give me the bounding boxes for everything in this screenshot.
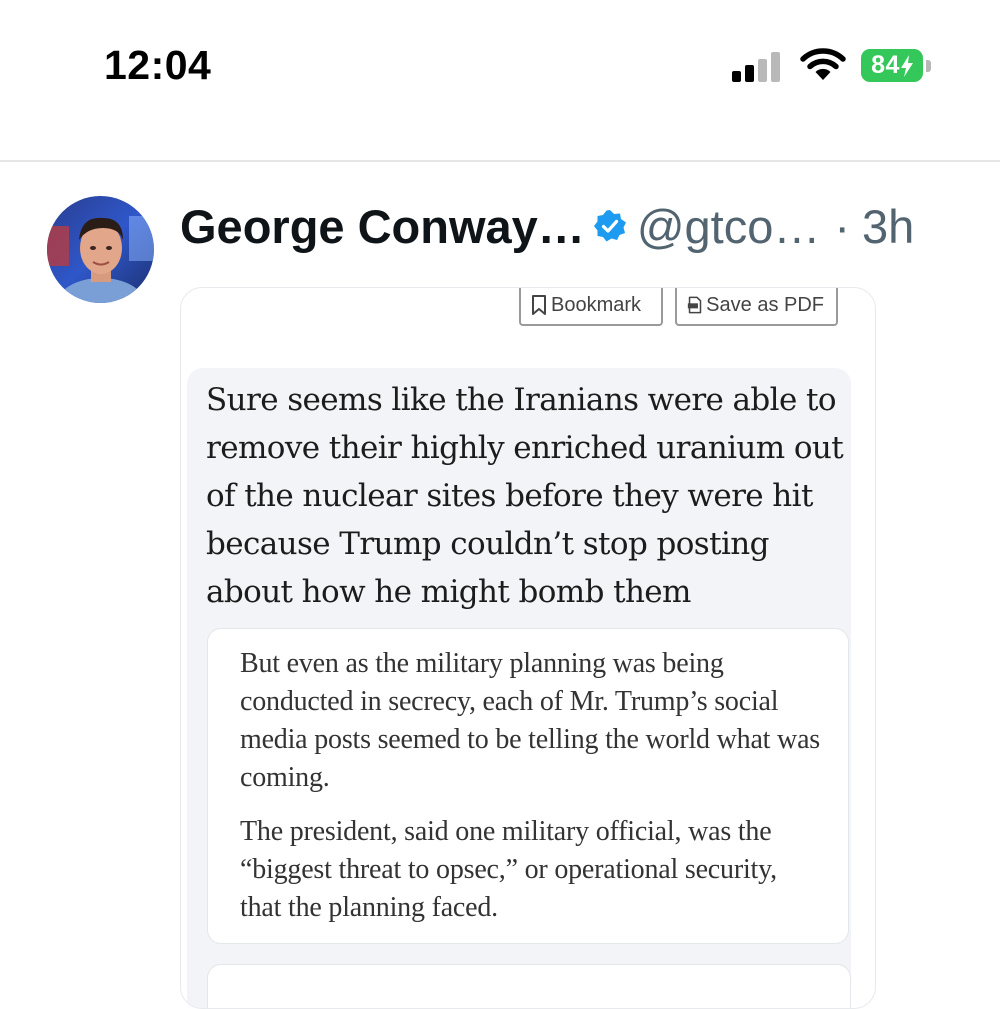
pdf-file-icon xyxy=(687,296,702,314)
verified-badge-icon xyxy=(593,210,626,242)
next-excerpt-card xyxy=(207,964,851,1008)
article-excerpt-card: But even as the military planning was be… xyxy=(207,628,849,944)
post-author-line: George Conway… @gtco… · 3h xyxy=(180,196,914,256)
avatar[interactable] xyxy=(47,196,154,303)
save-as-pdf-button: Save as PDF xyxy=(675,288,838,326)
avatar-photo xyxy=(47,196,154,303)
author-handle[interactable]: @gtco… xyxy=(637,199,821,254)
author-name[interactable]: George Conway… xyxy=(180,199,585,254)
battery-tip xyxy=(926,60,931,72)
header-divider xyxy=(0,160,1000,162)
post-image[interactable]: Bookmark Save as PDF Sure seems like the… xyxy=(180,287,876,1009)
quoted-post-text: Sure seems like the Iranians were able t… xyxy=(206,382,844,610)
post-timestamp[interactable]: 3h xyxy=(862,199,914,254)
save-as-pdf-label: Save as PDF xyxy=(706,293,824,316)
status-time: 12:04 xyxy=(104,42,212,88)
wifi-icon xyxy=(800,48,846,80)
bookmark-icon xyxy=(532,295,546,315)
status-bar: 12:04 84 xyxy=(0,0,1000,130)
article-paragraph: But even as the military planning was be… xyxy=(240,648,821,793)
article-paragraph: The president, said one military officia… xyxy=(240,816,777,923)
battery-level: 84 xyxy=(871,51,900,79)
cellular-signal-icon xyxy=(732,52,784,82)
bookmark-button: Bookmark xyxy=(519,288,663,326)
charging-bolt-icon xyxy=(900,54,913,77)
bookmark-label: Bookmark xyxy=(551,293,642,316)
battery-icon: 84 xyxy=(861,49,923,82)
meta-separator: · xyxy=(834,199,851,253)
